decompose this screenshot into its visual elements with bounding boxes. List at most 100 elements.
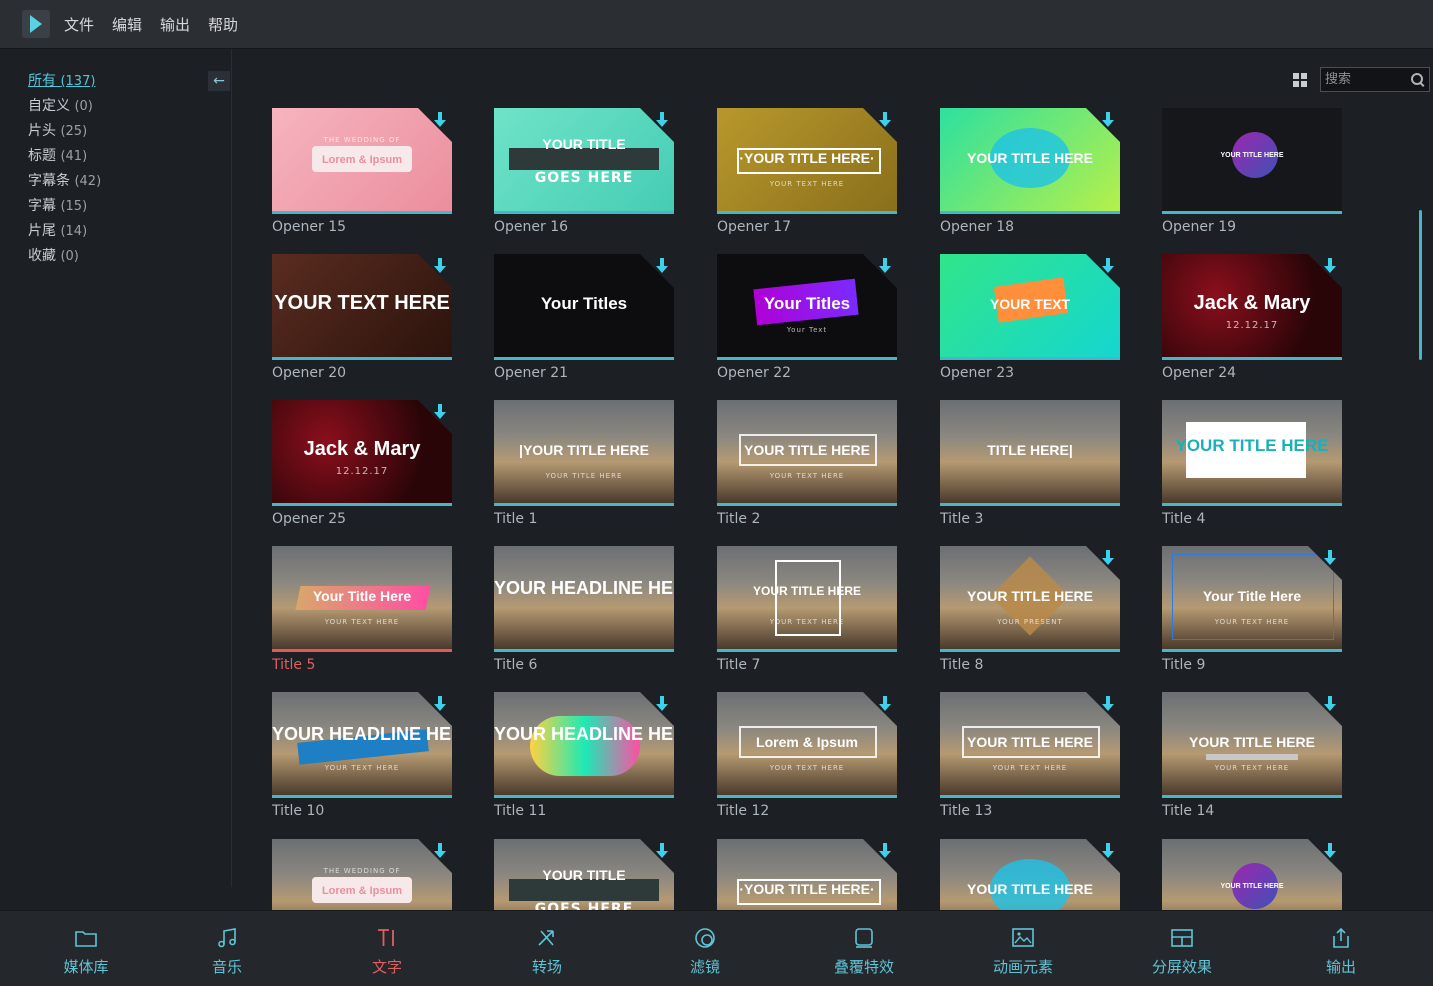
- thumbnail-subtitle-text: YOUR TEXT HERE: [324, 618, 400, 626]
- template-tile[interactable]: Your Title Here YOUR TEXT HERE Title 5: [272, 546, 452, 678]
- thumbnail-title-text: Lorem & Ipsum: [756, 734, 858, 750]
- template-tile[interactable]: YOUR HEADLINE HERE Title 6: [494, 546, 674, 678]
- thumbnail-subtitle-text: Your Text: [786, 326, 828, 334]
- category-item[interactable]: 片头 (25): [28, 119, 101, 144]
- category-item[interactable]: 字幕条 (42): [28, 169, 101, 194]
- menu-edit[interactable]: 编辑: [112, 14, 142, 35]
- bottom-tab-transition[interactable]: 转场: [497, 911, 597, 986]
- template-tile[interactable]: YOUR TITLE HERE Title 4: [1162, 400, 1342, 532]
- thumbnail-subtitle-text: GOES HERE: [534, 170, 634, 186]
- template-name-label: Title 13: [940, 803, 993, 819]
- menu-file[interactable]: 文件: [64, 14, 94, 35]
- thumbnail-subtitle-text: YOUR TEXT HERE: [324, 764, 400, 772]
- category-list: 所有 (137) 自定义 (0) 片头 (25) 标题 (41) 字幕条 (42) 字幕 …: [28, 69, 101, 269]
- template-thumbnail: YOUR TITLE HERE YOUR TEXT HERE: [1162, 692, 1342, 798]
- search-input[interactable]: [1321, 68, 1417, 91]
- bottom-tab-filter[interactable]: 滤镜: [655, 911, 755, 986]
- thumbnail-subtitle-text: 12.12.17: [1225, 320, 1279, 331]
- download-arrow-icon: [1102, 843, 1114, 859]
- template-tile[interactable]: Your Titles Your Text Opener 22: [717, 254, 897, 386]
- template-tile[interactable]: TITLE HERE| Title 3: [940, 400, 1120, 532]
- template-tile[interactable]: Jack & Mary 12.12.17 Opener 24: [1162, 254, 1342, 386]
- template-tile[interactable]: YOUR TEXT HERE Opener 20: [272, 254, 452, 386]
- template-name-label: Opener 20: [272, 365, 347, 381]
- template-tile[interactable]: YOUR HEADLINE HERE Title 11: [494, 692, 674, 824]
- template-tile[interactable]: YOUR TEXT Opener 23: [940, 254, 1120, 386]
- template-tile[interactable]: Your Title Here YOUR TEXT HERE Title 9: [1162, 546, 1342, 678]
- search-icon[interactable]: [1411, 73, 1423, 85]
- thumbnail-title-text: Lorem & Ipsum: [321, 154, 403, 166]
- thumbnail-title-text: YOUR TEXT HERE: [274, 292, 450, 314]
- template-tile[interactable]: YOUR TITLE HERE Opener 19: [1162, 108, 1342, 240]
- template-tile[interactable]: YOUR TITLE HERE YOUR PRESENT Title 8: [940, 546, 1120, 678]
- split-screen-icon: [1170, 927, 1194, 949]
- bottom-tab-export[interactable]: 输出: [1291, 911, 1391, 986]
- template-tile[interactable]: YOUR TITLE HERE YOUR TEXT HERE Title 14: [1162, 692, 1342, 824]
- template-name-label: Title 10: [272, 803, 325, 819]
- grid-view-button[interactable]: [1293, 73, 1309, 89]
- template-tile[interactable]: YOUR HEADLINE HERE YOUR TEXT HERE Title 10: [272, 692, 452, 824]
- template-tile[interactable]: |YOUR TITLE HERE YOUR TITLE HERE Title 1: [494, 400, 674, 532]
- template-name-label: Opener 21: [494, 365, 569, 381]
- category-item[interactable]: 标题 (41): [28, 144, 101, 169]
- template-tile[interactable]: Lorem & Ipsum THE WEDDING OF: [272, 839, 452, 910]
- template-tile[interactable]: Lorem & Ipsum THE WEDDING OF Opener 15: [272, 108, 452, 240]
- bottom-tab-label: 叠覆特效: [833, 958, 894, 976]
- template-tile[interactable]: Your Titles Opener 21: [494, 254, 674, 386]
- grid-view-icon: [1301, 81, 1307, 87]
- template-thumbnail: YOUR HEADLINE HERE: [494, 546, 674, 652]
- download-arrow-icon: [1324, 550, 1336, 566]
- category-count: (137): [60, 74, 96, 89]
- bottom-tab-elements[interactable]: 动画元素: [973, 911, 1073, 986]
- category-item[interactable]: 片尾 (14): [28, 219, 101, 244]
- template-tile[interactable]: Jack & Mary 12.12.17 Opener 25: [272, 400, 452, 532]
- thumbnail-title-text: YOUR HEADLINE HERE: [272, 724, 452, 744]
- menu-help[interactable]: 帮助: [208, 14, 238, 35]
- template-thumbnail: Lorem & Ipsum THE WEDDING OF: [272, 108, 452, 214]
- category-item[interactable]: 自定义 (0): [28, 94, 101, 119]
- collapse-sidebar-button[interactable]: ←: [208, 71, 230, 91]
- bottom-tab-label: 分屏效果: [1151, 958, 1212, 976]
- template-tile[interactable]: YOUR TITLE HERE: [940, 839, 1120, 910]
- bottom-tab-overlay[interactable]: 叠覆特效: [814, 911, 914, 986]
- template-tile[interactable]: YOUR TITLE HERE YOUR TEXT HERE Title 2: [717, 400, 897, 532]
- category-item[interactable]: 收藏 (0): [28, 244, 101, 269]
- thumbnail-title-text: YOUR TITLE HERE: [743, 442, 870, 458]
- template-tile[interactable]: YOUR TITLE HERE Opener 18: [940, 108, 1120, 240]
- bottom-tab-music[interactable]: 音乐: [177, 911, 277, 986]
- thumbnail-title-text: Jack & Mary: [303, 438, 421, 460]
- template-tile[interactable]: YOUR TITLE HERE: [1162, 839, 1342, 910]
- thumbnail-title-text: YOUR HEADLINE HERE: [494, 724, 674, 744]
- template-tile[interactable]: ·YOUR TITLE HERE·: [717, 839, 897, 910]
- bottom-tab-text[interactable]: 文字: [337, 911, 437, 986]
- template-thumbnail: ·YOUR TITLE HERE·: [717, 839, 897, 910]
- category-item[interactable]: 所有 (137): [28, 69, 101, 94]
- category-count: (0): [74, 99, 93, 114]
- thumbnail-title-text: YOUR TEXT: [989, 296, 1071, 312]
- thumbnail-title-text: YOUR TITLE HERE: [1188, 734, 1315, 750]
- template-tile[interactable]: YOUR TITLE GOES HERE Opener 16: [494, 108, 674, 240]
- download-arrow-icon: [656, 843, 668, 859]
- category-label: 标题: [28, 148, 61, 164]
- template-tile[interactable]: YOUR TITLE HERE YOUR TEXT HERE Title 7: [717, 546, 897, 678]
- template-name-label: Opener 22: [717, 365, 792, 381]
- template-tile[interactable]: Lorem & Ipsum YOUR TEXT HERE Title 12: [717, 692, 897, 824]
- template-tile[interactable]: YOUR TITLE GOES HERE: [494, 839, 674, 910]
- thumbnail-title-text: Your Title Here: [1202, 588, 1302, 604]
- bottom-tab-label: 输出: [1325, 958, 1356, 976]
- download-arrow-icon: [879, 843, 891, 859]
- scrollbar-thumb[interactable]: [1419, 210, 1422, 360]
- category-item[interactable]: 字幕 (15): [28, 194, 101, 219]
- thumbnail-subtitle-text: YOUR TEXT HERE: [769, 180, 845, 188]
- template-tile[interactable]: YOUR TITLE HERE YOUR TEXT HERE Title 13: [940, 692, 1120, 824]
- template-thumbnail: YOUR HEADLINE HERE: [494, 692, 674, 798]
- template-thumbnail: YOUR TITLE HERE YOUR TEXT HERE: [940, 692, 1120, 798]
- template-tile[interactable]: ·YOUR TITLE HERE· YOUR TEXT HERE Opener 17: [717, 108, 897, 240]
- template-thumbnail: YOUR TITLE HERE YOUR TEXT HERE: [717, 546, 897, 652]
- menu-export[interactable]: 输出: [160, 14, 190, 35]
- thumbnail-subtitle-text: YOUR TEXT HERE: [1214, 764, 1290, 772]
- bottom-tab-folder[interactable]: 媒体库: [36, 911, 136, 986]
- bottom-tab-label: 转场: [531, 958, 562, 976]
- bottom-tab-split-screen[interactable]: 分屏效果: [1132, 911, 1232, 986]
- template-name-label: Opener 15: [272, 219, 347, 235]
